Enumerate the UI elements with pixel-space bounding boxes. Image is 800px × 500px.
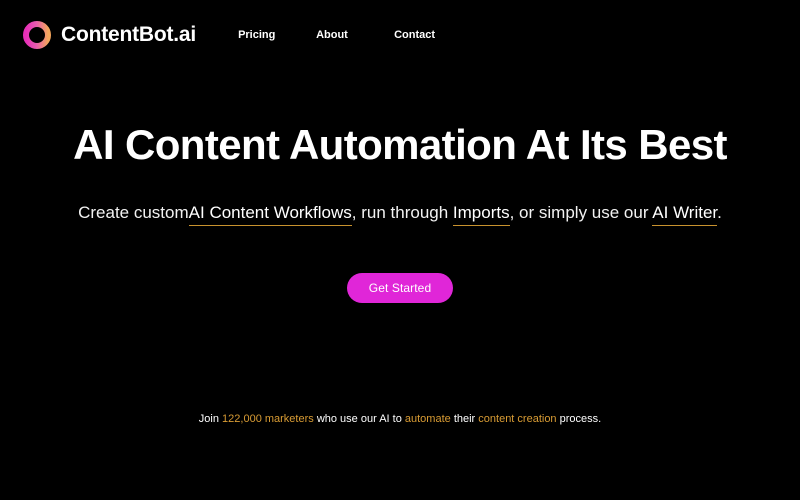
hero-subtitle-text-3: , or simply use our [509,203,653,222]
page-title: AI Content Automation At Its Best [73,121,727,168]
hero-subtitle-text-1: Create custom [78,203,189,222]
social-proof-part-1: Join [198,413,223,425]
hero-subtitle-text-2: , run through [351,203,453,222]
hero-link-ai-writer[interactable]: AI Writer [652,203,718,226]
social-proof-highlight-automate: automate [404,413,451,425]
social-proof-text: Join 122,000 marketers who use our AI to… [0,411,800,427]
social-proof-part-3: their [450,413,479,425]
social-proof-part-4: process. [556,413,602,425]
social-proof-part-2: who use our AI to [313,413,405,425]
get-started-button[interactable]: Get Started [346,273,454,303]
social-proof-highlight-content-creation: content creation [478,413,557,425]
hero-subtitle-text-4: . [717,203,722,222]
hero-link-imports[interactable]: Imports [452,203,510,226]
hero-subtitle: Create customAI Content Workflows, run t… [0,201,800,226]
cta-container: Get Started [0,273,800,303]
social-proof-marketer-count: 122,000 marketers [222,413,314,425]
hero-section: AI Content Automation At Its Best Create… [0,0,800,500]
hero-link-ai-content-workflows[interactable]: AI Content Workflows [188,203,352,226]
